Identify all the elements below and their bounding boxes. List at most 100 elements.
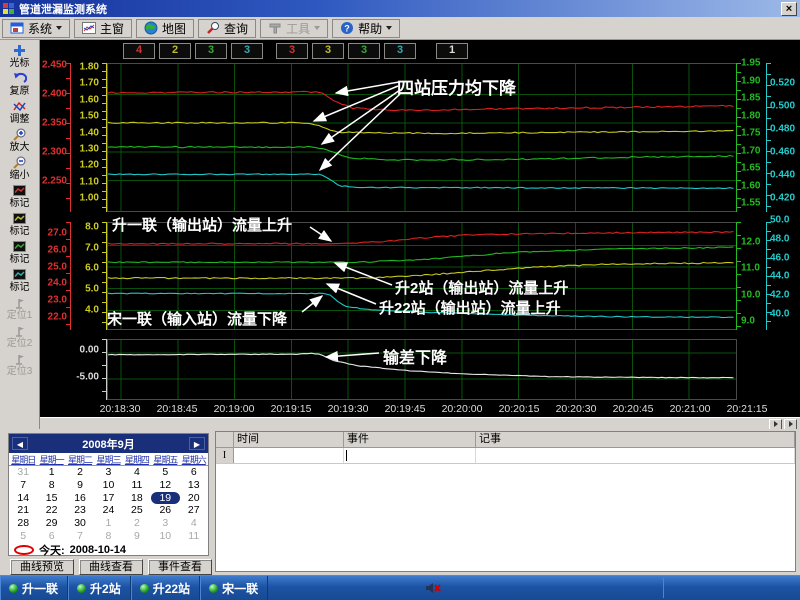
menu-system[interactable]: 系统 xyxy=(2,19,70,38)
calendar-day[interactable]: 31 xyxy=(9,466,37,479)
mark-red-icon xyxy=(13,183,26,198)
menu-main-window[interactable]: 主窗 xyxy=(74,19,132,38)
calendar-day[interactable]: 3 xyxy=(94,466,122,479)
scroll-end-button[interactable] xyxy=(784,419,797,430)
tool-label: 标记 xyxy=(10,198,30,210)
calendar-day[interactable]: 1 xyxy=(94,517,122,530)
tool-restore[interactable]: 复原 xyxy=(0,71,40,99)
station-label: 升22站 xyxy=(153,580,190,597)
calendar-week: 31123456 xyxy=(9,466,208,479)
calendar-day[interactable]: 17 xyxy=(94,492,122,505)
calendar-day[interactable]: 11 xyxy=(123,479,151,492)
channel-button[interactable]: 3 xyxy=(231,43,263,59)
calendar-day[interactable]: 24 xyxy=(94,504,122,517)
calendar-day[interactable]: 10 xyxy=(94,479,122,492)
muted-speaker-icon[interactable] xyxy=(425,581,441,600)
calendar-day[interactable]: 16 xyxy=(66,492,94,505)
calendar-day[interactable]: 3 xyxy=(151,517,179,530)
tool-zoom-in[interactable]: 放大 xyxy=(0,127,40,155)
calendar-day[interactable]: 9 xyxy=(66,479,94,492)
calendar-day[interactable]: 23 xyxy=(66,504,94,517)
event-view-button[interactable]: 事件查看 xyxy=(148,559,212,575)
calendar-day[interactable]: 4 xyxy=(180,517,208,530)
channel-button[interactable]: 3 xyxy=(348,43,380,59)
calendar-day[interactable]: 28 xyxy=(9,517,37,530)
calendar-day[interactable]: 30 xyxy=(66,517,94,530)
menu-map[interactable]: 地图 xyxy=(136,19,194,38)
channel-button[interactable]: 4 xyxy=(123,43,155,59)
calendar-day[interactable]: 5 xyxy=(151,466,179,479)
tool-mark-cyan[interactable]: 标记 xyxy=(0,267,40,295)
channel-button[interactable]: 3 xyxy=(276,43,308,59)
imbalance-chart[interactable] xyxy=(107,339,737,400)
calendar-day[interactable]: 25 xyxy=(123,504,151,517)
note-cell[interactable] xyxy=(476,448,795,463)
scroll-right-button[interactable] xyxy=(769,419,782,430)
calendar-day[interactable]: 27 xyxy=(180,504,208,517)
menu-query[interactable]: 查询 xyxy=(198,19,256,38)
close-button[interactable]: × xyxy=(781,2,797,16)
calendar-today-row[interactable]: 今天: 2008-10-14 xyxy=(9,544,208,557)
calendar-day[interactable]: 8 xyxy=(94,530,122,543)
calendar-prev-button[interactable]: ◀ xyxy=(12,437,28,450)
calendar-day[interactable]: 2 xyxy=(123,517,151,530)
curve-view-button[interactable]: 曲线查看 xyxy=(79,559,143,575)
imbalance-plot-svg xyxy=(108,340,736,399)
tool-mark-yellow[interactable]: 标记 xyxy=(0,211,40,239)
calendar-day[interactable]: 2 xyxy=(66,466,94,479)
tool-locate-2: 定位2 xyxy=(0,323,40,351)
calendar-day[interactable]: 9 xyxy=(123,530,151,543)
weekday-label: 星期三 xyxy=(94,453,122,466)
calendar-day[interactable]: 22 xyxy=(37,504,65,517)
taskbar-station-3[interactable]: 升22站 xyxy=(131,576,200,600)
row-selector[interactable]: I xyxy=(216,448,234,463)
channel-button[interactable]: 3 xyxy=(312,43,344,59)
calendar-day[interactable]: 7 xyxy=(9,479,37,492)
calendar-day[interactable]: 7 xyxy=(66,530,94,543)
calendar-day[interactable]: 8 xyxy=(37,479,65,492)
flow-chart[interactable] xyxy=(107,222,737,330)
tool-locate-3: 定位3 xyxy=(0,351,40,379)
calendar-next-button[interactable]: ▶ xyxy=(189,437,205,450)
taskbar-station-1[interactable]: 升一联 xyxy=(0,576,68,600)
tool-zoom-out[interactable]: 缩小 xyxy=(0,155,40,183)
calendar-day[interactable]: 4 xyxy=(123,466,151,479)
calendar-day[interactable]: 5 xyxy=(9,530,37,543)
event-table-header: 时间事件记事 xyxy=(216,432,795,448)
calendar-day[interactable]: 12 xyxy=(151,479,179,492)
calendar-day[interactable]: 14 xyxy=(9,492,37,505)
pressure-chart[interactable] xyxy=(107,63,737,212)
tool-cursor[interactable]: 光标 xyxy=(0,43,40,71)
menu-help[interactable]: ?帮助 xyxy=(332,19,400,38)
calendar-day[interactable]: 19 xyxy=(151,492,179,505)
tool-mark-green[interactable]: 标记 xyxy=(0,239,40,267)
channel-button[interactable]: 3 xyxy=(384,43,416,59)
calendar-day[interactable]: 10 xyxy=(151,530,179,543)
channel-button[interactable]: 3 xyxy=(195,43,227,59)
station-label: 升一联 xyxy=(22,580,58,597)
tool-mark-red[interactable]: 标记 xyxy=(0,183,40,211)
calendar-day[interactable]: 15 xyxy=(37,492,65,505)
event-table-row[interactable]: I xyxy=(216,448,795,464)
mark-yellow-icon xyxy=(13,211,26,226)
curve-preview-button[interactable]: 曲线预览 xyxy=(10,559,74,575)
calendar-day[interactable]: 1 xyxy=(37,466,65,479)
tool-label: 定位2 xyxy=(7,338,33,350)
tool-adjust[interactable]: 调整 xyxy=(0,99,40,127)
taskbar-station-4[interactable]: 宋一联 xyxy=(200,576,268,600)
weekday-label: 星期二 xyxy=(66,453,94,466)
calendar-day[interactable]: 6 xyxy=(37,530,65,543)
event-cell[interactable] xyxy=(344,448,476,463)
time-cell[interactable] xyxy=(234,448,344,463)
calendar-day[interactable]: 11 xyxy=(180,530,208,543)
calendar-day[interactable]: 21 xyxy=(9,504,37,517)
taskbar-station-2[interactable]: 升2站 xyxy=(68,576,131,600)
calendar-day[interactable]: 29 xyxy=(37,517,65,530)
calendar-day[interactable]: 20 xyxy=(180,492,208,505)
channel-button[interactable]: 1 xyxy=(436,43,468,59)
calendar-day[interactable]: 26 xyxy=(151,504,179,517)
calendar-day[interactable]: 13 xyxy=(180,479,208,492)
calendar-day[interactable]: 18 xyxy=(123,492,151,505)
channel-button[interactable]: 2 xyxy=(159,43,191,59)
calendar-day[interactable]: 6 xyxy=(180,466,208,479)
